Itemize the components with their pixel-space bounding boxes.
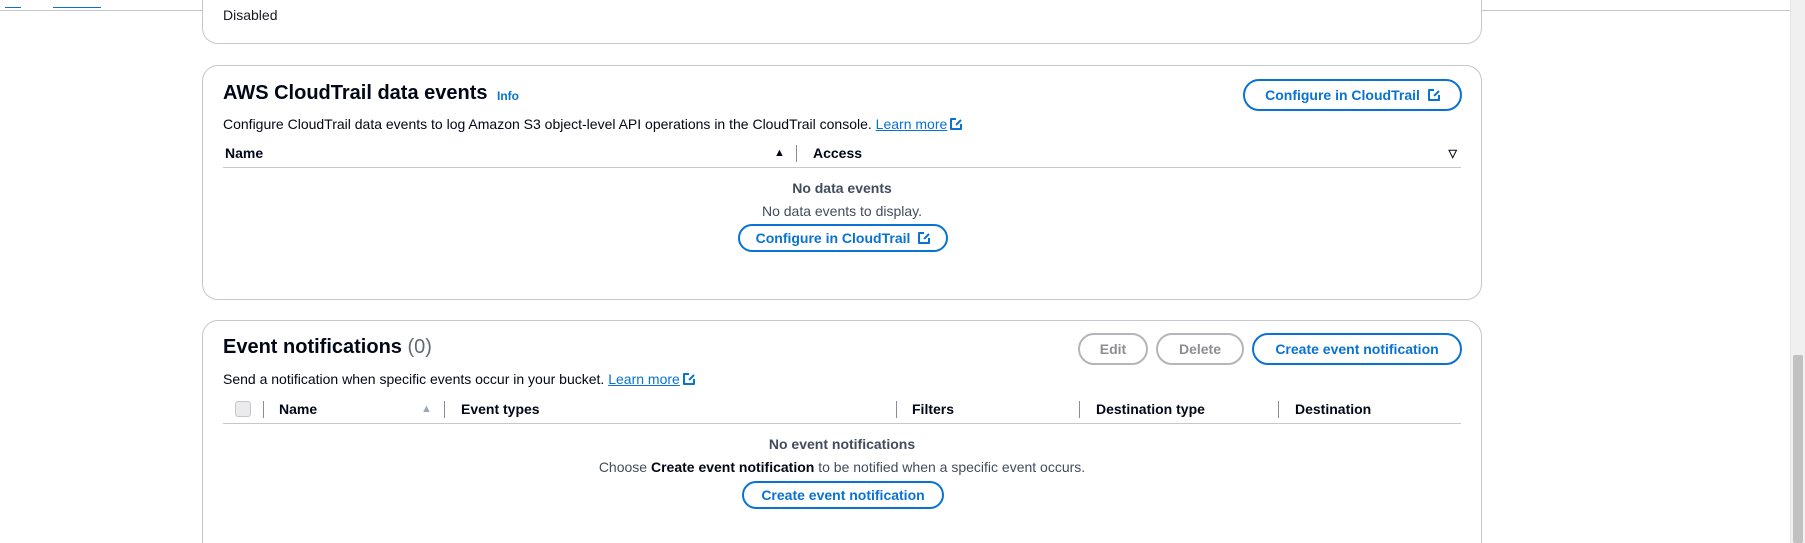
external-link-icon — [682, 373, 695, 385]
column-header-filters[interactable]: Filters — [912, 401, 954, 417]
section-title-text: Event notifications — [223, 336, 402, 358]
column-resizer[interactable] — [896, 401, 897, 418]
scrollbar-thumb[interactable] — [1793, 355, 1803, 543]
learn-more-link[interactable]: Learn more — [876, 116, 963, 132]
external-link-icon — [950, 118, 963, 130]
table-header: Name ▲ Event types Filters Destination t… — [223, 394, 1461, 424]
empty-text-emphasis: Create event notification — [650, 459, 815, 475]
previous-section-card: Disabled — [202, 0, 1482, 44]
empty-state-description: Choose Create event notification to be n… — [203, 459, 1481, 475]
button-label: Configure in CloudTrail — [1265, 87, 1420, 103]
empty-text-prefix: Choose — [598, 459, 648, 475]
sort-ascending-icon[interactable]: ▲ — [774, 147, 785, 159]
top-link-underline[interactable] — [5, 7, 21, 8]
column-header-name[interactable]: Name — [225, 145, 263, 161]
section-title: AWS CloudTrail data events — [223, 82, 488, 104]
configure-in-cloudtrail-empty-button[interactable]: Configure in CloudTrail — [738, 224, 948, 252]
column-resizer[interactable] — [263, 401, 264, 418]
create-event-notification-button[interactable]: Create event notification — [1252, 333, 1462, 365]
table-header: Name ▲ Access ▽ — [223, 138, 1461, 168]
column-header-access[interactable]: Access — [813, 145, 862, 161]
info-link[interactable]: Info — [497, 89, 519, 103]
external-link-icon — [1427, 89, 1440, 101]
column-header-destination[interactable]: Destination — [1295, 401, 1371, 417]
sort-ascending-icon[interactable]: ▲ — [421, 403, 432, 415]
delete-button[interactable]: Delete — [1156, 333, 1244, 365]
status-value: Disabled — [223, 7, 278, 23]
empty-state-description: No data events to display. — [761, 203, 923, 219]
create-event-notification-empty-button[interactable]: Create event notification — [742, 481, 944, 509]
description-text: Configure CloudTrail data events to log … — [223, 116, 872, 132]
top-link-underline[interactable] — [53, 7, 101, 8]
page-scrollbar[interactable] — [1790, 0, 1805, 543]
empty-text-suffix: to be notified when a specific event occ… — [818, 459, 1086, 475]
learn-more-label: Learn more — [875, 116, 948, 132]
column-resizer[interactable] — [1079, 401, 1080, 418]
event-notifications-panel: Event notifications (0) Edit Delete Crea… — [202, 320, 1482, 543]
edit-button[interactable]: Edit — [1078, 333, 1148, 365]
learn-more-link[interactable]: Learn more — [608, 371, 695, 387]
section-description: Configure CloudTrail data events to log … — [223, 116, 963, 132]
sort-descending-icon[interactable]: ▽ — [1449, 147, 1457, 160]
section-title: Event notifications (0) — [223, 336, 432, 359]
column-header-event-types[interactable]: Event types — [461, 401, 540, 417]
description-text: Send a notification when specific events… — [223, 371, 605, 387]
column-resizer[interactable] — [444, 401, 445, 418]
column-resizer[interactable] — [796, 145, 797, 162]
select-all-checkbox[interactable] — [235, 401, 251, 417]
column-header-destination-type[interactable]: Destination type — [1096, 401, 1205, 417]
learn-more-label: Learn more — [608, 371, 680, 387]
configure-in-cloudtrail-button[interactable]: Configure in CloudTrail — [1243, 79, 1462, 111]
empty-state-title: No data events — [792, 180, 892, 196]
empty-state-title: No event notifications — [768, 436, 916, 452]
column-header-name[interactable]: Name — [279, 401, 317, 417]
cloudtrail-data-events-panel: AWS CloudTrail data events Info Configur… — [202, 65, 1482, 300]
item-count: (0) — [407, 336, 432, 358]
section-description: Send a notification when specific events… — [223, 371, 695, 387]
button-label: Configure in CloudTrail — [755, 230, 911, 246]
external-link-icon — [918, 232, 931, 244]
column-resizer[interactable] — [1278, 401, 1279, 418]
